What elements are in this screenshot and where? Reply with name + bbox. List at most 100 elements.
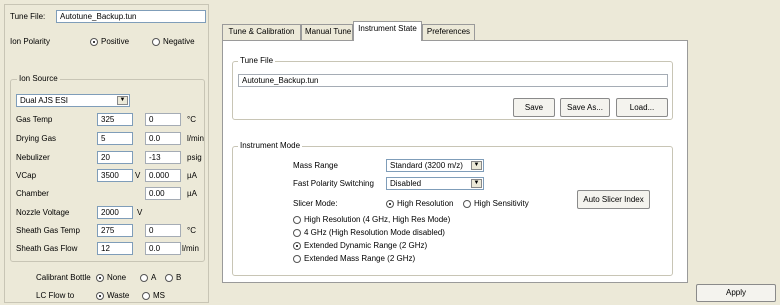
radio-icon <box>140 273 148 282</box>
vcap-setpoint-unit: V <box>135 171 141 180</box>
sheath-gas-temp-unit: °C <box>187 226 196 235</box>
radio-icon <box>152 37 160 46</box>
radio-icon <box>142 291 150 300</box>
calibrant-a-radio[interactable]: A <box>140 272 156 283</box>
ion-polarity-label: Ion Polarity <box>10 37 51 46</box>
fast-polarity-label: Fast Polarity Switching <box>293 179 374 188</box>
chevron-down-icon: ▼ <box>471 161 482 170</box>
radio-icon <box>293 254 301 263</box>
radio-icon <box>293 228 301 237</box>
tab-manual-tune[interactable]: Manual Tune <box>301 24 353 40</box>
chevron-down-icon: ▼ <box>117 96 128 105</box>
lc-flow-waste-radio[interactable]: Waste <box>96 290 129 301</box>
drying-gas-setpoint[interactable]: 5 <box>97 132 133 145</box>
calibrant-b-label: B <box>176 273 182 282</box>
gas-temp-setpoint[interactable]: 325 <box>97 113 133 126</box>
nebulizer-setpoint[interactable]: 20 <box>97 151 133 164</box>
sheath-gas-flow-label: Sheath Gas Flow <box>16 244 78 253</box>
nozzle-voltage-setpoint[interactable]: 2000 <box>97 206 133 219</box>
mode-extended-mass-range-radio[interactable]: Extended Mass Range (2 GHz) <box>293 253 415 264</box>
slicer-mode-label: Slicer Mode: <box>293 199 338 208</box>
nozzle-voltage-unit: V <box>137 208 143 217</box>
tune-file-group-title: Tune File <box>238 56 276 66</box>
mass-range-dropdown[interactable]: Standard (3200 m/z) ▼ <box>386 159 484 172</box>
chamber-label: Chamber <box>16 189 49 198</box>
load-button[interactable]: Load... <box>616 98 668 117</box>
vcap-unit: µA <box>187 171 197 180</box>
sheath-gas-flow-setpoint[interactable]: 12 <box>97 242 133 255</box>
sheath-gas-temp-setpoint[interactable]: 275 <box>97 224 133 237</box>
ion-source-title: Ion Source <box>17 74 60 84</box>
ion-source-type-dropdown[interactable]: Dual AJS ESI ▼ <box>16 94 130 107</box>
chamber-unit: µA <box>187 189 197 198</box>
tab-preferences[interactable]: Preferences <box>422 24 475 40</box>
ion-source-type-value: Dual AJS ESI <box>20 96 69 105</box>
slicer-high-resolution-label: High Resolution <box>397 199 454 208</box>
polarity-negative-radio[interactable]: Negative <box>152 36 195 47</box>
sheath-gas-flow-unit: l/min <box>182 244 199 253</box>
sheath-gas-temp-label: Sheath Gas Temp <box>16 226 80 235</box>
tab-instrument-state[interactable]: Instrument State <box>353 21 422 41</box>
mode-extended-dynamic-range-radio[interactable]: Extended Dynamic Range (2 GHz) <box>293 240 427 251</box>
gas-temp-actual: 0 <box>145 113 181 126</box>
instrument-mode-title: Instrument Mode <box>238 141 303 151</box>
gas-temp-unit: °C <box>187 115 196 124</box>
radio-icon <box>96 291 104 300</box>
polarity-negative-label: Negative <box>163 37 195 46</box>
drying-gas-label: Drying Gas <box>16 134 57 143</box>
save-button[interactable]: Save <box>513 98 555 117</box>
chamber-actual: 0.00 <box>145 187 181 200</box>
tune-file-name-field: Autotune_Backup.tun <box>238 74 668 87</box>
auto-slicer-index-button[interactable]: Auto Slicer Index <box>577 190 650 209</box>
sheath-gas-temp-actual: 0 <box>145 224 181 237</box>
slicer-high-resolution-radio[interactable]: High Resolution <box>386 198 453 209</box>
chevron-down-icon: ▼ <box>471 179 482 188</box>
lc-flow-ms-radio[interactable]: MS <box>142 290 165 301</box>
vcap-label: VCap <box>16 171 37 180</box>
radio-icon <box>293 215 301 224</box>
calibrant-none-label: None <box>107 273 127 282</box>
vcap-actual: 0.000 <box>145 169 181 182</box>
calibrant-none-radio[interactable]: None <box>96 272 126 283</box>
radio-icon <box>386 199 394 208</box>
tab-tune-calibration[interactable]: Tune & Calibration <box>222 24 301 40</box>
radio-icon <box>463 199 471 208</box>
fast-polarity-value: Disabled <box>390 179 422 188</box>
radio-icon <box>165 273 173 282</box>
mode-extended-mass-range-label: Extended Mass Range (2 GHz) <box>304 254 416 263</box>
radio-icon <box>90 37 98 46</box>
calibrant-a-label: A <box>151 273 157 282</box>
mode-high-resolution-label: High Resolution (4 GHz, High Res Mode) <box>304 215 451 224</box>
fast-polarity-dropdown[interactable]: Disabled ▼ <box>386 177 484 190</box>
tune-file-label: Tune File: <box>10 12 46 21</box>
nebulizer-label: Nebulizer <box>16 153 50 162</box>
apply-button[interactable]: Apply <box>696 284 776 302</box>
slicer-high-sensitivity-label: High Sensitivity <box>474 199 529 208</box>
save-as-button[interactable]: Save As... <box>560 98 610 117</box>
lc-flow-waste-label: Waste <box>107 291 130 300</box>
gas-temp-label: Gas Temp <box>16 115 53 124</box>
mass-range-label: Mass Range <box>293 161 338 170</box>
mode-high-resolution-radio[interactable]: High Resolution (4 GHz, High Res Mode) <box>293 214 450 225</box>
calibrant-b-radio[interactable]: B <box>165 272 181 283</box>
drying-gas-unit: l/min <box>187 134 204 143</box>
mass-range-value: Standard (3200 m/z) <box>390 161 463 170</box>
drying-gas-actual: 0.0 <box>145 132 181 145</box>
nebulizer-unit: psig <box>187 153 202 162</box>
mode-4ghz-label: 4 GHz (High Resolution Mode disabled) <box>304 228 445 237</box>
polarity-positive-label: Positive <box>101 37 130 46</box>
radio-icon <box>293 241 301 250</box>
mode-4ghz-radio[interactable]: 4 GHz (High Resolution Mode disabled) <box>293 227 445 238</box>
lc-flow-ms-label: MS <box>153 291 165 300</box>
calibrant-bottle-label: Calibrant Bottle <box>36 273 91 282</box>
radio-icon <box>96 273 104 282</box>
vcap-setpoint[interactable]: 3500 <box>97 169 133 182</box>
mode-extended-dynamic-range-label: Extended Dynamic Range (2 GHz) <box>304 241 428 250</box>
sheath-gas-flow-actual: 0.0 <box>145 242 181 255</box>
nebulizer-actual: -13 <box>145 151 181 164</box>
lc-flow-label: LC Flow to <box>36 291 75 300</box>
nozzle-voltage-label: Nozzle Voltage <box>16 208 70 217</box>
slicer-high-sensitivity-radio[interactable]: High Sensitivity <box>463 198 529 209</box>
tune-file-field[interactable]: Autotune_Backup.tun <box>56 10 206 23</box>
polarity-positive-radio[interactable]: Positive <box>90 36 129 47</box>
